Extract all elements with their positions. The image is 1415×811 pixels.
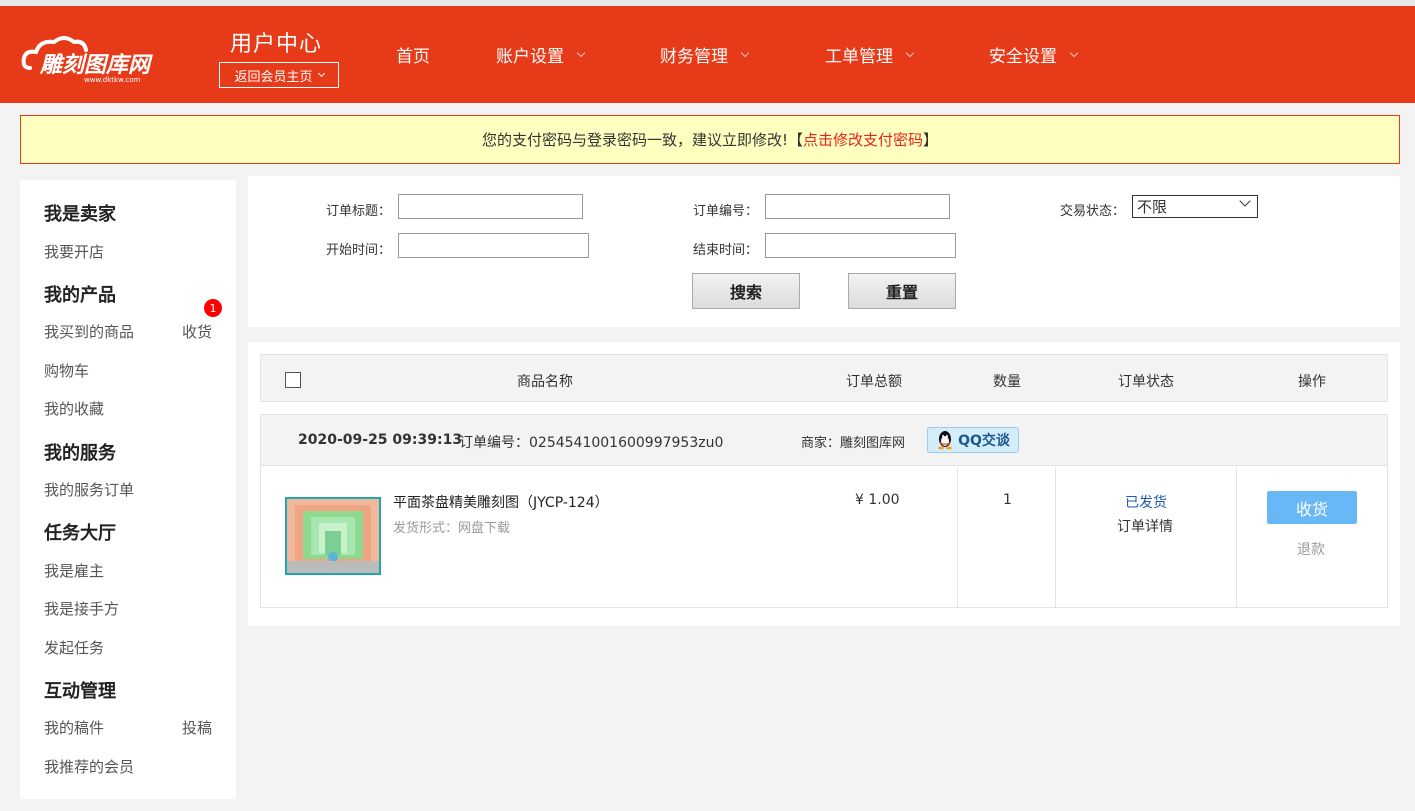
divider [957, 467, 958, 607]
nav-label: 账户设置 [496, 47, 564, 67]
sidebar-heading-seller: 我是卖家 [44, 204, 116, 225]
chevron-down-icon [1069, 48, 1079, 57]
end-time-input[interactable] [765, 233, 956, 258]
sidebar-item-favorites[interactable]: 我的收藏 [44, 398, 104, 419]
chevron-down-icon [317, 69, 325, 77]
nav-label: 首页 [396, 47, 430, 67]
order-title-label: 订单标题： [326, 204, 392, 219]
nav-tickets[interactable]: 工单管理 [825, 42, 915, 67]
order-number: 订单编号：0254541001600997953zu0 [459, 435, 724, 451]
product-thumbnail[interactable] [285, 497, 381, 575]
order-header: 2020-09-25 09:39:13 订单编号：025454100160099… [261, 415, 1387, 466]
sidebar-item-service-orders[interactable]: 我的服务订单 [44, 479, 134, 500]
password-notice: 您的支付密码与登录密码一致，建议立即修改!【 点击修改支付密码】 [20, 115, 1400, 164]
qq-chat-button[interactable]: QQ交谈 [927, 427, 1019, 453]
search-button[interactable]: 搜索 [692, 273, 800, 309]
sidebar-heading-products: 我的产品 [44, 285, 116, 306]
delivery-method: 发货形式：网盘下载 [393, 521, 511, 536]
nav-security[interactable]: 安全设置 [989, 42, 1079, 67]
trade-status-value: 不限 [1137, 198, 1168, 216]
order-price: ¥ 1.00 [855, 492, 900, 508]
sidebar-item-receive[interactable]: 收货 [182, 321, 212, 342]
sidebar-item-submit[interactable]: 投稿 [182, 717, 212, 738]
sidebar-item-post-task[interactable]: 发起任务 [44, 637, 104, 658]
order-status-link[interactable]: 已发货 [1125, 492, 1167, 512]
search-panel: 订单标题： 订单编号： 交易状态： 不限 开始时间： 结束时间： 搜索 重置 [248, 176, 1400, 327]
sidebar-item-bought[interactable]: 我买到的商品 [44, 321, 134, 342]
order-no-label: 订单编号： [693, 204, 759, 219]
end-time-label: 结束时间： [693, 243, 759, 258]
notice-end: 】 [923, 131, 939, 149]
chevron-down-icon [740, 48, 750, 57]
back-home-button[interactable]: 返回会员主页 [219, 62, 339, 88]
nav-home[interactable]: 首页 [396, 42, 430, 67]
sidebar: 我是卖家 我要开店 我的产品 我买到的商品 1 收货 购物车 我的收藏 我的服务… [20, 180, 236, 799]
orders-panel: 商品名称 订单总额 数量 订单状态 操作 2020-09-25 09:39:13… [248, 342, 1400, 626]
logo-text: 雕刻图库网 [39, 52, 153, 78]
order-quantity: 1 [1003, 492, 1012, 508]
order-no-input[interactable] [765, 194, 950, 219]
chevron-down-icon [1239, 195, 1251, 207]
sidebar-item-referred[interactable]: 我推荐的会员 [44, 756, 134, 777]
sidebar-item-contractor[interactable]: 我是接手方 [44, 598, 119, 619]
header-product-name: 商品名称 [517, 374, 573, 390]
nav-label: 工单管理 [825, 47, 893, 67]
receive-count-badge: 1 [204, 299, 222, 317]
tea-tray-carving-image [287, 499, 379, 573]
divider [1055, 467, 1056, 607]
sidebar-item-manuscripts[interactable]: 我的稿件 [44, 717, 104, 738]
sidebar-heading-interaction: 互动管理 [44, 681, 116, 702]
logo-subtext: www.dktkw.com [84, 76, 140, 84]
header-order-status: 订单状态 [1118, 374, 1174, 390]
header-actions: 操作 [1298, 374, 1326, 390]
select-all-checkbox[interactable] [285, 372, 301, 388]
header: 雕刻图库网 www.dktkw.com 用户中心 返回会员主页 首页 账户设置 … [0, 6, 1415, 103]
start-time-label: 开始时间： [326, 243, 392, 258]
nav-account-settings[interactable]: 账户设置 [496, 42, 586, 67]
page-title: 用户中心 [230, 32, 323, 57]
nav-finance[interactable]: 财务管理 [660, 42, 750, 67]
order-card: 2020-09-25 09:39:13 订单编号：025454100160099… [260, 414, 1388, 608]
site-logo[interactable]: 雕刻图库网 www.dktkw.com [20, 28, 180, 84]
back-home-label: 返回会员主页 [234, 69, 313, 85]
order-item-row: 平面茶盘精美雕刻图（JYCP-124） 发货形式：网盘下载 ¥ 1.00 1 已… [261, 467, 1387, 607]
order-shop: 商家：雕刻图库网 [801, 436, 906, 451]
nav-label: 安全设置 [989, 47, 1057, 67]
divider [1236, 467, 1237, 607]
chevron-down-icon [576, 48, 586, 57]
sidebar-heading-services: 我的服务 [44, 443, 116, 464]
start-time-input[interactable] [398, 233, 589, 258]
sidebar-heading-tasks: 任务大厅 [44, 523, 116, 544]
refund-link[interactable]: 退款 [1297, 539, 1325, 559]
notice-text: 您的支付密码与登录密码一致，建议立即修改!【 [481, 131, 803, 149]
reset-button[interactable]: 重置 [848, 273, 956, 309]
confirm-receive-button[interactable]: 收货 [1267, 491, 1357, 524]
order-time: 2020-09-25 09:39:13 [298, 432, 463, 448]
orders-table-header: 商品名称 订单总额 数量 订单状态 操作 [260, 354, 1388, 402]
trade-status-label: 交易状态： [1060, 204, 1126, 219]
header-quantity: 数量 [993, 374, 1021, 390]
header-order-total: 订单总额 [846, 374, 902, 390]
product-name-link[interactable]: 平面茶盘精美雕刻图（JYCP-124） [393, 492, 609, 512]
nav-label: 财务管理 [660, 47, 728, 67]
qq-penguin-icon [938, 431, 953, 450]
sidebar-item-employer[interactable]: 我是雇主 [44, 560, 104, 581]
change-pay-password-link[interactable]: 点击修改支付密码 [803, 129, 923, 150]
sidebar-item-cart[interactable]: 购物车 [44, 360, 89, 381]
order-title-input[interactable] [398, 194, 583, 219]
qq-chat-label: QQ交谈 [958, 433, 1010, 449]
trade-status-select[interactable]: 不限 [1132, 195, 1258, 218]
chevron-down-icon [905, 48, 915, 57]
order-detail-link[interactable]: 订单详情 [1117, 516, 1173, 536]
sidebar-item-open-shop[interactable]: 我要开店 [44, 241, 104, 262]
